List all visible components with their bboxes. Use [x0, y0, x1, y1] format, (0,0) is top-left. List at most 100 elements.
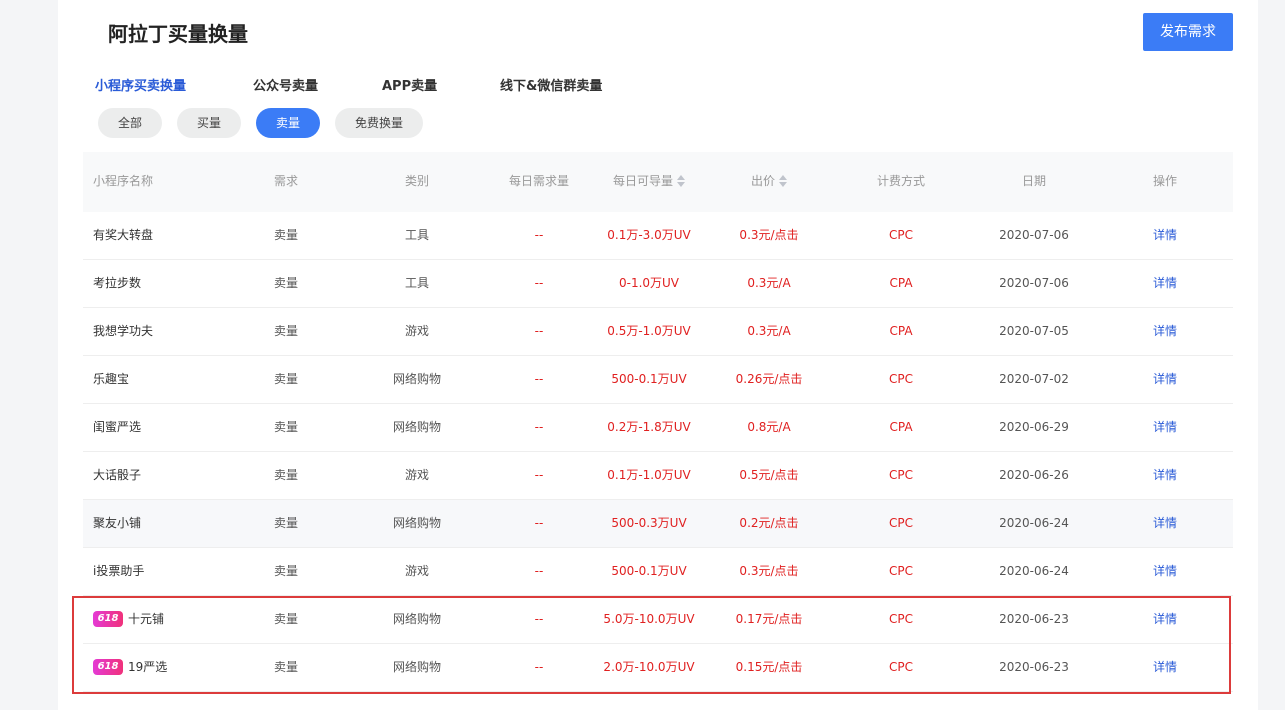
app-name: 我想学功夫 — [93, 324, 154, 338]
publish-demand-button[interactable]: 发布需求 — [1143, 13, 1233, 51]
cell-category: 网络购物 — [392, 420, 442, 434]
table-row: 有奖大转盘 卖量 工具 -- 0.1万-3.0万UV 0.3元/点击 CPC 2020-07-… — [83, 212, 1233, 260]
cell-date: 2020-07-02 — [999, 372, 1069, 386]
cell-name: 考拉步数 — [93, 260, 141, 308]
sort-icon[interactable] — [677, 174, 686, 187]
cell-name: 闺蜜严选 — [93, 404, 141, 452]
cell-category: 工具 — [404, 228, 430, 242]
detail-link[interactable]: 详情 — [1153, 452, 1177, 500]
detail-link[interactable]: 详情 — [1153, 404, 1177, 452]
cell-price: 0.3元/A — [747, 276, 791, 290]
cell-date: 2020-06-24 — [999, 564, 1069, 578]
cell-date: 2020-06-26 — [999, 468, 1069, 482]
detail-link[interactable]: 详情 — [1153, 260, 1177, 308]
cell-daily-supply: 500-0.3万UV — [611, 516, 687, 530]
cell-category: 游戏 — [404, 468, 430, 482]
page-title: 阿拉丁买量换量 — [108, 22, 248, 46]
filter-buy[interactable]: 买量 — [177, 108, 241, 138]
cell-daily-need: -- — [534, 420, 544, 434]
cell-daily-supply: 500-0.1万UV — [611, 372, 687, 386]
cell-billing: CPC — [889, 516, 913, 530]
col-price-label: 出价 — [750, 174, 776, 188]
cell-price: 0.5元/点击 — [739, 468, 799, 482]
cell-date: 2020-07-05 — [999, 324, 1069, 338]
table-row: 我想学功夫 卖量 游戏 -- 0.5万-1.0万UV 0.3元/A CPA 2020-07-0… — [83, 308, 1233, 356]
cell-billing: CPA — [889, 324, 913, 338]
cell-demand: 卖量 — [273, 420, 299, 434]
cell-price: 0.3元/点击 — [739, 564, 799, 578]
filter-all[interactable]: 全部 — [98, 108, 162, 138]
sort-icon[interactable] — [779, 174, 788, 187]
col-date: 日期 — [1021, 174, 1047, 188]
cell-name: 大话骰子 — [93, 452, 141, 500]
cell-price: 0.2元/点击 — [739, 516, 799, 530]
detail-link[interactable]: 详情 — [1153, 308, 1177, 356]
app-name: 大话骰子 — [93, 468, 142, 482]
cell-name: 聚友小铺 — [93, 500, 141, 548]
app-name: 有奖大转盘 — [93, 228, 154, 242]
detail-link[interactable]: 详情 — [1153, 212, 1177, 260]
table-row: 闺蜜严选 卖量 网络购物 -- 0.2万-1.8万UV 0.8元/A CPA 2020-06-… — [83, 404, 1233, 452]
table-row: 聚友小铺 卖量 网络购物 -- 500-0.3万UV 0.2元/点击 CPC 2020-06-… — [83, 500, 1233, 548]
cell-billing: CPC — [889, 564, 913, 578]
cell-demand: 卖量 — [273, 324, 299, 338]
cell-daily-supply: 0.1万-3.0万UV — [607, 228, 691, 242]
cell-demand: 卖量 — [273, 516, 299, 530]
tab-miniprogram[interactable]: 小程序买卖换量 — [95, 75, 186, 94]
cell-daily-need: -- — [534, 276, 544, 290]
cell-demand: 卖量 — [273, 564, 299, 578]
col-demand: 需求 — [273, 174, 299, 188]
app-name: i投票助手 — [93, 564, 145, 578]
cell-name: 乐趣宝 — [93, 356, 129, 404]
cell-billing: CPA — [889, 276, 913, 290]
cell-billing: CPC — [889, 372, 913, 386]
cell-category: 网络购物 — [392, 516, 442, 530]
cell-price: 0.26元/点击 — [735, 372, 803, 386]
cell-category: 游戏 — [404, 564, 430, 578]
cell-billing: CPA — [889, 420, 913, 434]
cell-date: 2020-07-06 — [999, 228, 1069, 242]
cell-daily-need: -- — [534, 372, 544, 386]
table-row: 考拉步数 卖量 工具 -- 0-1.0万UV 0.3元/A CPA 2020-07-06 详情 — [83, 260, 1233, 308]
cell-price: 0.3元/点击 — [739, 228, 799, 242]
cell-daily-need: -- — [534, 516, 544, 530]
cell-billing: CPC — [889, 228, 913, 242]
detail-link[interactable]: 详情 — [1153, 500, 1177, 548]
cell-category: 游戏 — [404, 324, 430, 338]
app-name: 闺蜜严选 — [93, 420, 142, 434]
highlight-box — [72, 596, 1231, 694]
detail-link[interactable]: 详情 — [1153, 356, 1177, 404]
cell-category: 网络购物 — [392, 372, 442, 386]
col-price[interactable]: 出价 — [750, 152, 788, 212]
cell-daily-supply: 0.5万-1.0万UV — [607, 324, 691, 338]
cell-daily-need: -- — [534, 564, 544, 578]
cell-category: 工具 — [404, 276, 430, 290]
filter-free-exchange[interactable]: 免费换量 — [335, 108, 423, 138]
cell-demand: 卖量 — [273, 228, 299, 242]
col-billing: 计费方式 — [876, 174, 926, 188]
col-category: 类别 — [404, 174, 430, 188]
cell-daily-need: -- — [534, 324, 544, 338]
filter-sell[interactable]: 卖量 — [256, 108, 320, 138]
app-name: 乐趣宝 — [93, 372, 130, 386]
detail-link[interactable]: 详情 — [1153, 548, 1177, 596]
cell-daily-need: -- — [534, 228, 544, 242]
col-daily-need: 每日需求量 — [508, 174, 570, 188]
col-action: 操作 — [1152, 174, 1178, 188]
cell-date: 2020-07-06 — [999, 276, 1069, 290]
tab-official-account[interactable]: 公众号卖量 — [253, 75, 318, 94]
cell-daily-supply: 0-1.0万UV — [618, 276, 680, 290]
col-daily-supply-label: 每日可导量 — [612, 174, 674, 188]
cell-daily-supply: 0.1万-1.0万UV — [607, 468, 691, 482]
table-row: i投票助手 卖量 游戏 -- 500-0.1万UV 0.3元/点击 CPC 2020-06-2… — [83, 548, 1233, 596]
table-row: 乐趣宝 卖量 网络购物 -- 500-0.1万UV 0.26元/点击 CPC 2020-07-… — [83, 356, 1233, 404]
cell-date: 2020-06-24 — [999, 516, 1069, 530]
cell-demand: 卖量 — [273, 276, 299, 290]
app-name: 考拉步数 — [93, 276, 142, 290]
cell-name: 我想学功夫 — [93, 308, 153, 356]
tab-app[interactable]: APP卖量 — [382, 75, 437, 94]
tab-offline-wechat[interactable]: 线下&微信群卖量 — [500, 75, 602, 94]
cell-daily-supply: 0.2万-1.8万UV — [607, 420, 691, 434]
app-name: 聚友小铺 — [93, 516, 142, 530]
col-daily-supply[interactable]: 每日可导量 — [612, 152, 686, 212]
